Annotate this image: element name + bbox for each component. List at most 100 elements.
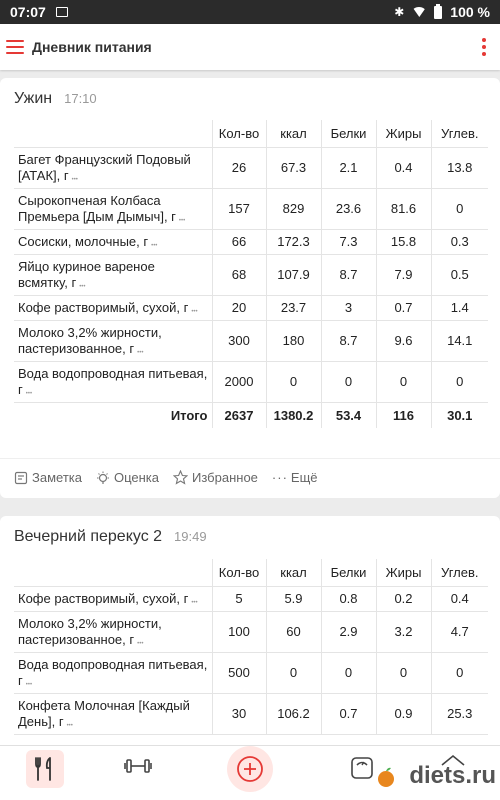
food-row[interactable]: Сосиски, молочные, г 66172.37.315.80.3 xyxy=(14,229,488,255)
food-qty-cell: 100 xyxy=(211,611,266,653)
nav-food-diary[interactable] xyxy=(26,750,64,788)
total-carbs-cell: 30.1 xyxy=(430,402,488,428)
food-row[interactable]: Багет Французский Подовый [АТАК], г 2667.… xyxy=(14,147,488,189)
nav-fitness[interactable] xyxy=(124,756,152,781)
row-options-icon[interactable] xyxy=(67,718,79,726)
food-kcal-cell: 67.3 xyxy=(265,147,321,189)
food-fat-cell: 0 xyxy=(375,361,431,403)
rating-button[interactable]: Оценка xyxy=(96,470,159,485)
food-qty-cell: 2000 xyxy=(211,361,266,403)
food-row[interactable]: Конфета Молочная [Каждый День], г 30106.2… xyxy=(14,693,488,735)
column-header-protein: Белки xyxy=(320,559,376,587)
food-protein-cell: 2.9 xyxy=(320,611,376,653)
status-bar: 07:07 ✱ 100 % xyxy=(0,0,500,24)
food-name: Сырокопченая Колбаса Премьера [Дым Дымыч… xyxy=(18,192,176,224)
more-options-icon[interactable] xyxy=(482,38,486,56)
food-name: Конфета Молочная [Каждый День], г xyxy=(18,697,190,729)
food-carbs-cell: 25.3 xyxy=(430,693,488,735)
meal-header[interactable]: Вечерний перекус 2 19:49 xyxy=(14,528,207,546)
food-row[interactable]: Вода водопроводная питьевая, г5000000 xyxy=(14,652,488,694)
row-options-icon[interactable] xyxy=(151,238,163,246)
row-options-icon[interactable] xyxy=(137,345,149,353)
food-table: Кол-во ккал Белки Жиры Углев. Кофе раств… xyxy=(14,559,488,735)
diary-content[interactable]: Ужин 17:10 Кол-во ккал Белки Жиры Углев.… xyxy=(0,70,500,745)
more-label: Ещё xyxy=(290,470,318,485)
food-name: Вода водопроводная питьевая, г xyxy=(18,365,208,397)
column-header-name xyxy=(14,559,212,587)
food-row[interactable]: Молоко 3,2% жирности, пастеризованное, г… xyxy=(14,320,488,362)
nav-weight[interactable] xyxy=(350,756,374,785)
meal-time: 17:10 xyxy=(64,91,97,106)
food-name-cell: Вода водопроводная питьевая, г xyxy=(14,652,212,694)
total-row: Итого 2637 1380.2 53.4 116 30.1 xyxy=(14,402,488,428)
food-name-cell: Кофе растворимый, сухой, г xyxy=(14,295,212,321)
meal-time: 19:49 xyxy=(174,529,207,544)
row-options-icon[interactable] xyxy=(191,304,203,312)
food-carbs-cell: 0 xyxy=(430,652,488,694)
column-header-kcal: ккал xyxy=(265,120,321,148)
food-kcal-cell: 23.7 xyxy=(265,295,321,321)
food-protein-cell: 0 xyxy=(320,361,376,403)
food-kcal-cell: 829 xyxy=(265,188,321,230)
row-options-icon[interactable] xyxy=(72,172,84,180)
lightbulb-icon xyxy=(96,471,109,484)
food-row[interactable]: Сырокопченая Колбаса Премьера [Дым Дымыч… xyxy=(14,188,488,230)
more-button[interactable]: ··· Ещё xyxy=(272,470,318,485)
row-options-icon[interactable] xyxy=(79,279,91,287)
meal-header[interactable]: Ужин 17:10 xyxy=(14,90,97,108)
note-button[interactable]: Заметка xyxy=(14,470,82,485)
bluetooth-icon: ✱ xyxy=(394,5,405,19)
food-protein-cell: 7.3 xyxy=(320,229,376,255)
total-protein-cell: 53.4 xyxy=(320,402,376,428)
food-row[interactable]: Кофе растворимый, сухой, г 55.90.80.20.4 xyxy=(14,586,488,612)
food-name-cell: Конфета Молочная [Каждый День], г xyxy=(14,693,212,735)
row-options-icon[interactable] xyxy=(26,677,38,685)
food-protein-cell: 3 xyxy=(320,295,376,321)
food-row[interactable]: Вода водопроводная питьевая, г20000000 xyxy=(14,361,488,403)
food-qty-cell: 5 xyxy=(211,586,266,612)
food-name: Вода водопроводная питьевая, г xyxy=(18,656,208,688)
rating-label: Оценка xyxy=(113,470,160,485)
food-fat-cell: 9.6 xyxy=(375,320,431,362)
food-qty-cell: 20 xyxy=(211,295,266,321)
food-fat-cell: 0.7 xyxy=(375,295,431,321)
row-options-icon[interactable] xyxy=(191,595,203,603)
food-fat-cell: 15.8 xyxy=(375,229,431,255)
food-row[interactable]: Яйцо куриное вареное всмятку, г68107.98.… xyxy=(14,254,488,296)
column-header-fat: Жиры xyxy=(375,120,431,148)
column-header-qty: Кол-во xyxy=(211,559,266,587)
add-button[interactable] xyxy=(227,746,273,792)
food-name-cell: Молоко 3,2% жирности, пастеризованное, г xyxy=(14,320,212,362)
food-name: Кофе растворимый, сухой, г xyxy=(18,299,189,315)
fork-knife-icon xyxy=(35,757,51,781)
menu-icon[interactable] xyxy=(6,40,24,54)
column-header-name xyxy=(14,120,212,148)
food-kcal-cell: 60 xyxy=(265,611,321,653)
food-name: Кофе растворимый, сухой, г xyxy=(18,590,189,606)
row-options-icon[interactable] xyxy=(179,213,191,221)
food-name-cell: Вода водопроводная питьевая, г xyxy=(14,361,212,403)
food-kcal-cell: 180 xyxy=(265,320,321,362)
food-name-cell: Сырокопченая Колбаса Премьера [Дым Дымыч… xyxy=(14,188,212,230)
table-header-row: Кол-во ккал Белки Жиры Углев. xyxy=(14,120,488,148)
total-kcal-cell: 1380.2 xyxy=(265,402,321,428)
row-options-icon[interactable] xyxy=(137,636,149,644)
food-row[interactable]: Молоко 3,2% жирности, пастеризованное, г… xyxy=(14,611,488,653)
watermark-text: diets.ru xyxy=(409,762,496,789)
app-bar: Дневник питания xyxy=(0,24,500,70)
row-options-icon[interactable] xyxy=(26,386,38,394)
wifi-icon xyxy=(412,7,427,17)
meal-name: Ужин xyxy=(14,90,53,107)
column-header-kcal: ккал xyxy=(265,559,321,587)
image-notification-icon xyxy=(55,7,68,17)
scale-icon xyxy=(351,757,373,779)
favorite-button[interactable]: Избранное xyxy=(173,470,258,485)
table-header-row: Кол-во ккал Белки Жиры Углев. xyxy=(14,559,488,587)
column-header-qty: Кол-во xyxy=(211,120,266,148)
food-kcal-cell: 0 xyxy=(265,652,321,694)
food-carbs-cell: 0.3 xyxy=(430,229,488,255)
food-row[interactable]: Кофе растворимый, сухой, г 2023.730.71.4 xyxy=(14,295,488,321)
food-kcal-cell: 172.3 xyxy=(265,229,321,255)
food-carbs-cell: 0.5 xyxy=(430,254,488,296)
food-protein-cell: 0.7 xyxy=(320,693,376,735)
